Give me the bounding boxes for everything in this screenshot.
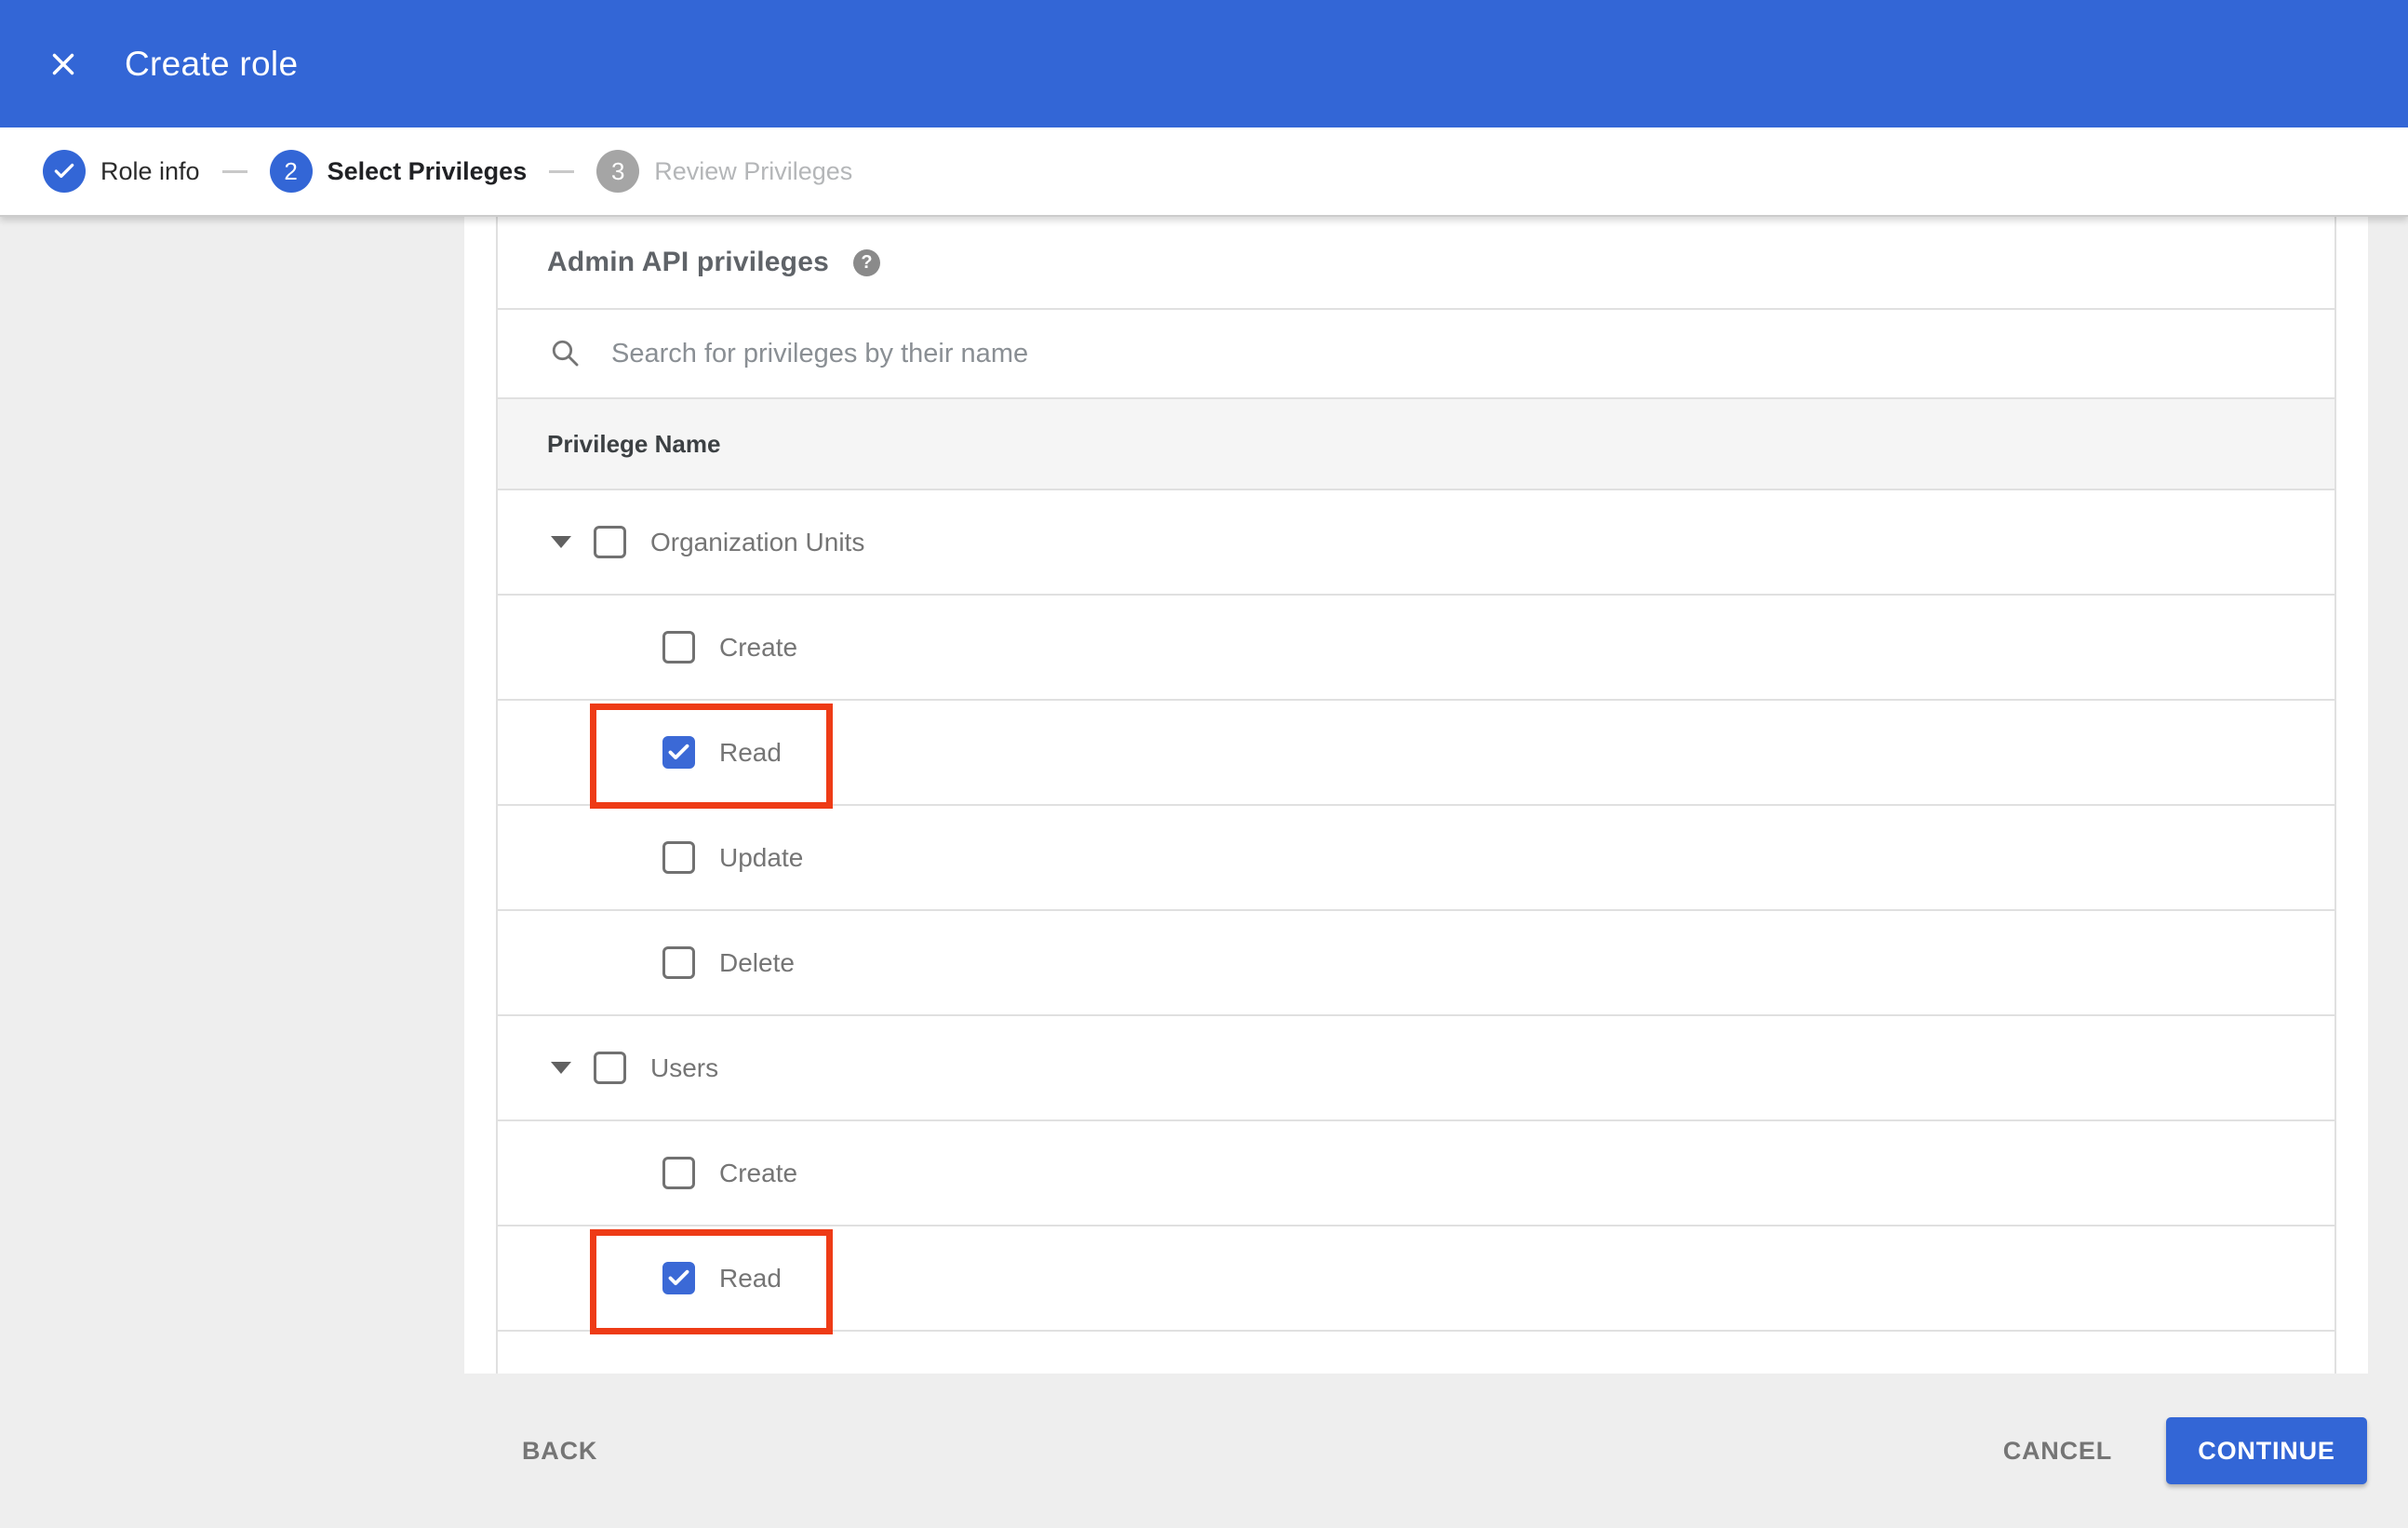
step-label: Select Privileges [327, 156, 528, 185]
table-header-row: Privilege Name [498, 399, 2334, 490]
continue-button[interactable]: CONTINUE [2166, 1417, 2367, 1484]
stepper-bar: Role info 2 Select Privileges 3 Review P… [0, 127, 2408, 217]
privilege-row: Read [498, 701, 2334, 809]
privileges-card: Admin API privileges ? Privilege Name Or… [464, 217, 2368, 1374]
step-select-privileges[interactable]: 2 Select Privileges [269, 150, 528, 193]
step-label: Review Privileges [654, 156, 853, 185]
help-icon[interactable]: ? [852, 248, 880, 276]
privilege-label: Organization Units [650, 527, 865, 556]
app-header: Create role [0, 0, 2408, 127]
privilege-row: Organization Units [498, 490, 2334, 596]
close-icon[interactable] [43, 44, 84, 85]
table-clipped-row [498, 1332, 2334, 1372]
back-button[interactable]: BACK [522, 1437, 597, 1466]
collapse-arrow-icon[interactable] [551, 536, 571, 548]
privilege-label: Read [719, 1263, 782, 1293]
privilege-row: Read [498, 1226, 2334, 1334]
highlight-box [590, 1229, 833, 1334]
privileges-table: Admin API privileges ? Privilege Name Or… [496, 217, 2336, 1374]
cancel-button[interactable]: CANCEL [2003, 1437, 2112, 1466]
section-title-row: Admin API privileges ? [498, 217, 2334, 310]
privilege-label: Create [719, 1158, 798, 1187]
privilege-row: Delete [498, 911, 2334, 1016]
footer-right-group: CANCEL CONTINUE [2003, 1417, 2367, 1484]
footer-action-bar: BACK CANCEL CONTINUE [0, 1374, 2408, 1528]
privilege-checkbox[interactable] [662, 631, 695, 663]
privilege-row: Update [498, 806, 2334, 911]
collapse-arrow-icon[interactable] [551, 1062, 571, 1074]
step-review-privileges[interactable]: 3 Review Privileges [596, 150, 852, 193]
privilege-row: Create [498, 1121, 2334, 1226]
step-number-badge: 2 [269, 150, 313, 193]
step-connector [549, 169, 575, 173]
privilege-checkbox[interactable] [662, 736, 695, 769]
privilege-label: Update [719, 842, 804, 872]
privilege-checkbox[interactable] [594, 526, 626, 558]
table-header-label: Privilege Name [547, 429, 721, 458]
step-role-info[interactable]: Role info [43, 150, 200, 193]
dialog-title: Create role [125, 44, 299, 83]
search-row [498, 310, 2334, 399]
privilege-label: Users [650, 1052, 719, 1082]
privilege-checkbox[interactable] [662, 841, 695, 874]
privilege-checkbox[interactable] [594, 1052, 626, 1084]
step-complete-check-icon [43, 150, 86, 193]
step-connector [221, 169, 247, 173]
step-label: Role info [100, 156, 200, 185]
privilege-rows: Organization Units Create Read Update De… [498, 490, 2334, 1334]
privilege-label: Create [719, 632, 798, 662]
search-input[interactable] [611, 338, 2334, 369]
privilege-label: Read [719, 737, 782, 767]
privilege-row: Create [498, 596, 2334, 701]
privilege-row: Users [498, 1016, 2334, 1121]
highlight-box [590, 704, 833, 809]
section-title: Admin API privileges [547, 247, 829, 277]
privilege-checkbox[interactable] [662, 1157, 695, 1189]
privilege-checkbox[interactable] [662, 1262, 695, 1294]
search-icon [550, 338, 582, 369]
step-number-badge: 3 [596, 150, 640, 193]
privilege-label: Delete [719, 947, 795, 977]
privilege-checkbox[interactable] [662, 946, 695, 979]
